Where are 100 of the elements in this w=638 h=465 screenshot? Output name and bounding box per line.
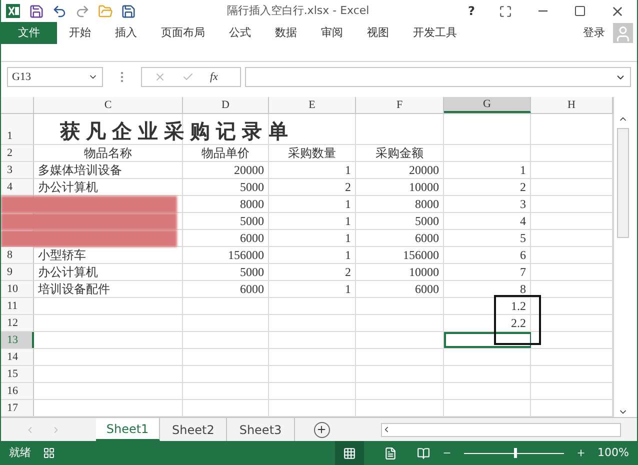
row-header[interactable]: 14	[1, 349, 34, 365]
cell-text: 20000	[409, 162, 439, 179]
cell-text: 1	[345, 230, 351, 247]
cell-text: 1.2	[511, 298, 526, 315]
sign-in-link[interactable]: 登录	[575, 22, 613, 44]
page-break-preview-icon[interactable]	[416, 446, 430, 460]
row-header[interactable]: 15	[1, 366, 34, 382]
ribbon-tab[interactable]: 视图	[355, 22, 401, 44]
cell-text: 10000	[409, 179, 439, 196]
ribbon-tab[interactable]: 开始	[57, 22, 103, 44]
formula-input[interactable]	[245, 67, 631, 87]
cell-text: 7	[520, 264, 526, 281]
cell-text: 1	[520, 162, 526, 179]
cell-text: 6000	[240, 281, 264, 298]
window-title: 隔行插入空白行.xlsx - Excel	[226, 2, 370, 19]
annotation-frame	[494, 295, 541, 345]
page-layout-icon[interactable]	[384, 446, 397, 460]
undo-icon[interactable]	[52, 4, 67, 18]
cell-text: 1	[345, 213, 351, 230]
status-text: 就绪	[9, 444, 31, 461]
vertical-scrollbar-thumb[interactable]	[616, 128, 628, 238]
column-header[interactable]: G	[444, 97, 531, 113]
row-header[interactable]: 17	[1, 400, 34, 416]
cell-text: 2	[345, 264, 351, 281]
cell-text: 多媒体培训设备	[38, 162, 122, 179]
ribbon-tab[interactable]: 开发工具	[401, 22, 469, 44]
cell-text: 10000	[409, 264, 439, 281]
macro-record-icon[interactable]	[43, 447, 55, 459]
help-button[interactable]: ?	[460, 2, 483, 20]
cell-text: 采购数量	[288, 145, 336, 162]
cell-text: 办公计算机	[38, 179, 98, 196]
zoom-in-icon[interactable]	[576, 448, 586, 458]
sheet-title: 获凡企业采购记录单	[59, 120, 294, 145]
cell-text: 8000	[415, 196, 439, 213]
cell-text: 8	[520, 281, 526, 298]
cell-text: 2	[520, 179, 526, 196]
cell-text: 20000	[234, 162, 264, 179]
cell-text: 培训设备配件	[38, 281, 110, 298]
row-header[interactable]: 8	[1, 247, 34, 263]
row-header[interactable]: 1	[1, 114, 34, 144]
file-tab[interactable]: 文件	[1, 22, 57, 44]
add-sheet-button[interactable]	[314, 422, 330, 438]
active-cell[interactable]	[444, 332, 531, 348]
zoom-slider-thumb[interactable]	[514, 448, 517, 458]
column-header[interactable]: E	[269, 97, 356, 113]
cell-text: 1	[345, 196, 351, 213]
row-header[interactable]: 10	[1, 281, 34, 297]
cell-text: 8000	[240, 196, 264, 213]
ribbon-tab[interactable]: 审阅	[309, 22, 355, 44]
row-header[interactable]: 9	[1, 264, 34, 280]
horizontal-scrollbar[interactable]	[380, 422, 621, 436]
column-header[interactable]: D	[183, 97, 269, 113]
cell-text: 3	[520, 196, 526, 213]
insert-function-button[interactable]: fx	[210, 68, 218, 86]
row-header[interactable]: 13	[1, 332, 34, 348]
save-icon[interactable]	[29, 4, 44, 18]
redo-icon[interactable]	[75, 4, 90, 18]
cell-text: 6000	[240, 230, 264, 247]
cell-text: 6000	[415, 281, 439, 298]
cell-text: 物品单价	[202, 145, 250, 162]
cell-text: 1	[345, 162, 351, 179]
ribbon-tab[interactable]: 插入	[103, 22, 149, 44]
row-header[interactable]: 4	[1, 179, 34, 195]
cell-text: 156000	[403, 247, 439, 264]
cell-text: 156000	[228, 247, 264, 264]
row-header[interactable]: 16	[1, 383, 34, 399]
name-box[interactable]: G13	[7, 67, 103, 87]
cell-text: 2.2	[511, 315, 526, 332]
column-header[interactable]: C	[34, 97, 183, 113]
excel-logo-icon	[5, 3, 21, 19]
cell-text: 4	[520, 213, 526, 230]
ribbon-display-icon[interactable]	[499, 4, 512, 18]
cell-text: 5000	[415, 213, 439, 230]
cell-text: 办公计算机	[38, 264, 98, 281]
cell-text: 小型轿车	[38, 247, 86, 264]
cell-text: 2	[345, 179, 351, 196]
cell-text: 5	[520, 230, 526, 247]
column-header[interactable]: H	[531, 97, 613, 113]
row-header[interactable]: 12	[1, 315, 34, 331]
plus-icon	[316, 424, 328, 435]
cell-text: 1	[345, 247, 351, 264]
save-as-icon[interactable]	[121, 4, 136, 18]
cell-text: 6000	[415, 230, 439, 247]
cell-text: 物品名称	[84, 145, 132, 162]
row-header[interactable]: 3	[1, 162, 34, 178]
ribbon-tab[interactable]: 页面布局	[149, 22, 217, 44]
row-header[interactable]: 2	[1, 145, 34, 161]
cell-text: 采购金额	[376, 145, 424, 162]
cell-text: 5000	[240, 179, 264, 196]
cell-text: 5000	[240, 213, 264, 230]
cell-text: 1	[345, 281, 351, 298]
normal-view-icon[interactable]	[342, 446, 356, 460]
zoom-slider[interactable]	[464, 448, 564, 458]
ribbon-tab[interactable]: 公式	[217, 22, 263, 44]
ribbon-tab[interactable]: 数据	[263, 22, 309, 44]
sheet-tab[interactable]: Sheet1	[96, 418, 160, 441]
cell-text: 5000	[240, 264, 264, 281]
maximize-icon[interactable]	[574, 5, 586, 17]
zoom-level[interactable]: 100%	[598, 444, 629, 462]
row-header[interactable]: 11	[1, 298, 34, 314]
